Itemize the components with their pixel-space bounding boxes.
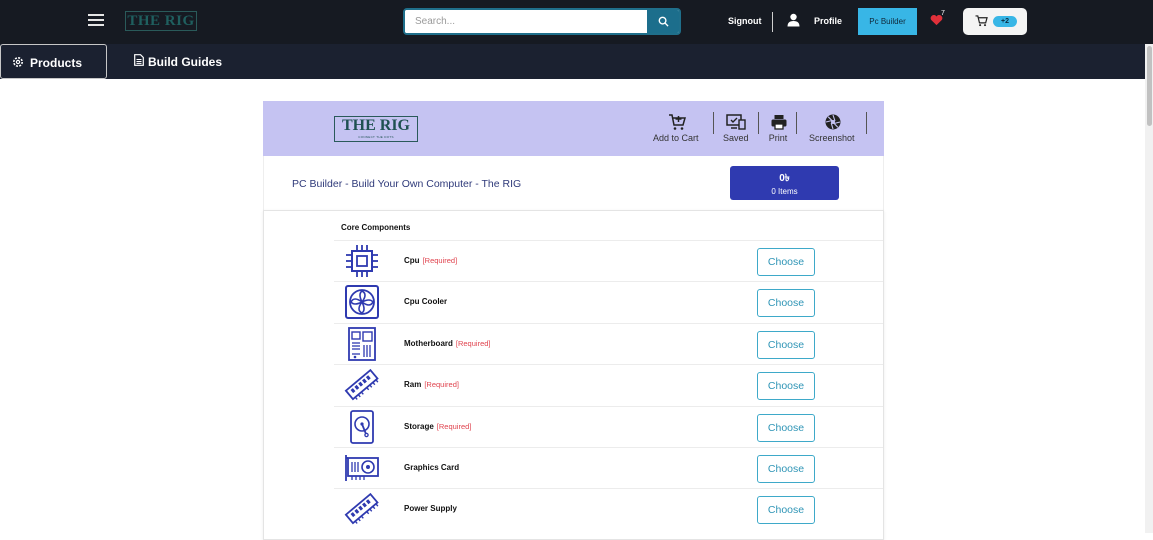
choose-storage-button[interactable]: Choose (757, 414, 815, 442)
search-button[interactable] (647, 10, 679, 33)
cpu-icon (346, 245, 378, 277)
camera-aperture-icon (825, 114, 841, 130)
saved-devices-icon (726, 114, 746, 130)
component-name: Power Supply (404, 504, 460, 513)
nav-build-guides-label: Build Guides (148, 55, 223, 69)
search-bar (403, 8, 681, 35)
ram-icon (344, 368, 379, 401)
saved-label: Saved (723, 133, 749, 143)
component-label: Cpu Cooler (404, 297, 448, 306)
choose-cpu-cooler-button[interactable]: Choose (757, 289, 815, 317)
choose-motherboard-button[interactable]: Choose (757, 331, 815, 359)
tool-divider (866, 112, 867, 134)
tool-divider (713, 112, 714, 134)
screenshot-label: Screenshot (809, 133, 855, 143)
component-name: Ram [Required] (404, 380, 459, 389)
component-name: Storage [Required] (404, 422, 471, 431)
component-label: Graphics Card (404, 463, 460, 472)
gear-icon (13, 57, 23, 67)
component-row-power-supply: Power Supply Choose (334, 488, 883, 529)
choose-power-supply-button[interactable]: Choose (757, 496, 815, 524)
user-icon[interactable] (787, 13, 800, 27)
print-button[interactable]: Print (768, 113, 788, 143)
profile-link[interactable]: Profile (814, 16, 842, 26)
component-label: Motherboard (404, 339, 453, 348)
required-tag: [Required] (424, 380, 459, 389)
cart-icon (975, 15, 988, 27)
search-icon (658, 16, 669, 27)
print-label: Print (768, 133, 788, 143)
builder-logo: THE RIG CONNECT THE DOTS (334, 116, 418, 142)
cart-button[interactable]: +2 (963, 8, 1027, 35)
cpu-cooler-icon (345, 285, 379, 319)
build-total: 0৳ 0 Items (730, 166, 839, 200)
cart-count-badge: +2 (993, 16, 1017, 27)
nav-products-label: Products (30, 56, 83, 70)
component-row-cpu-cooler: Cpu Cooler Choose (334, 281, 883, 322)
required-tag: [Required] (422, 256, 458, 265)
tool-divider (758, 112, 759, 134)
storage-icon (350, 410, 374, 444)
total-amount: 0৳ (779, 173, 790, 184)
component-name: Graphics Card (404, 463, 462, 472)
component-row-ram: Ram [Required] Choose (334, 364, 883, 405)
header-divider (772, 12, 773, 32)
component-label: Cpu (404, 256, 420, 265)
component-name: Cpu Cooler (404, 297, 450, 306)
add-to-cart-button[interactable]: Add to Cart (653, 113, 699, 143)
choose-cpu-button[interactable]: Choose (757, 248, 815, 276)
pc-builder-button[interactable]: Pc Builder (858, 8, 917, 35)
component-row-cpu: Cpu [Required] Choose (334, 240, 883, 281)
add-to-cart-label: Add to Cart (653, 133, 699, 143)
wishlist-count: 7 (941, 10, 945, 17)
choose-graphics-card-button[interactable]: Choose (757, 455, 815, 483)
choose-ram-button[interactable]: Choose (757, 372, 815, 400)
required-tag: [Required] (455, 339, 491, 348)
page-title: PC Builder - Build Your Own Computer - T… (292, 178, 522, 190)
search-input[interactable] (405, 10, 649, 33)
section-title: Core Components (341, 223, 411, 232)
power-supply-icon (344, 492, 379, 525)
cart-plus-icon (669, 114, 686, 130)
graphics-card-icon (345, 455, 379, 481)
hamburger-menu-icon[interactable] (88, 14, 104, 28)
component-label: Power Supply (404, 504, 457, 513)
motherboard-icon (348, 327, 376, 361)
component-name: Motherboard [Required] (404, 339, 491, 348)
saved-button[interactable]: Saved (723, 113, 749, 143)
required-tag: [Required] (436, 422, 472, 431)
screenshot-button[interactable]: Screenshot (809, 113, 855, 143)
component-label: Storage (404, 422, 434, 431)
component-row-motherboard: Motherboard [Required] Choose (334, 323, 883, 364)
nav-products[interactable]: Products (0, 44, 107, 79)
component-label: Ram (404, 380, 422, 389)
component-name: Cpu [Required] (404, 256, 457, 265)
component-row-graphics-card: Graphics Card Choose (334, 447, 883, 488)
printer-icon (771, 115, 787, 130)
builder-logo-text: THE RIG (341, 117, 410, 134)
tool-divider (796, 112, 797, 134)
total-items: 0 Items (771, 187, 798, 196)
site-logo[interactable]: THE RIG (125, 11, 197, 31)
document-icon (134, 54, 144, 66)
scrollbar-thumb[interactable] (1147, 46, 1152, 126)
component-row-storage: Storage [Required] Choose (334, 406, 883, 447)
builder-logo-tagline: CONNECT THE DOTS (358, 135, 394, 139)
signout-link[interactable]: Signout (728, 16, 762, 26)
